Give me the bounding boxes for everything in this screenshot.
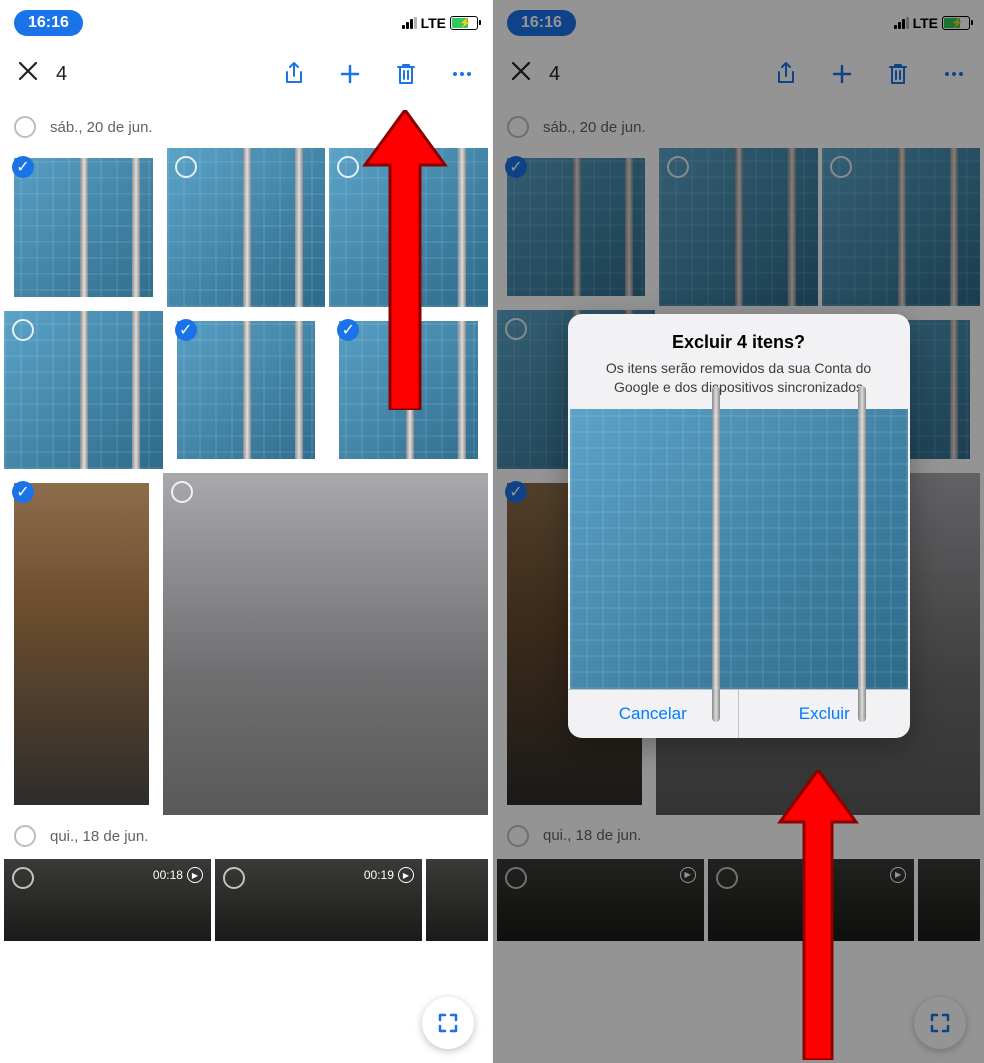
signal-icon bbox=[402, 17, 417, 29]
checked-icon: ✓ bbox=[12, 481, 34, 503]
checked-icon: ✓ bbox=[12, 156, 34, 178]
select-all-circle[interactable] bbox=[14, 825, 36, 847]
date-label: qui., 18 de jun. bbox=[50, 828, 148, 845]
video-meta: 00:19 ▶ bbox=[364, 867, 414, 883]
photo-thumb[interactable] bbox=[167, 148, 326, 307]
delete-confirm-dialog: Excluir 4 itens? Os itens serão removido… bbox=[568, 314, 910, 738]
photo-thumb[interactable]: ✓ bbox=[4, 473, 159, 815]
time-pill: 16:16 bbox=[14, 10, 83, 36]
screenshot-right: 16:16 LTE ⚡ 4 sáb., 20 de jun. ✓ ✓ ✓ bbox=[492, 0, 984, 1063]
video-thumb[interactable]: 00:19 ▶ bbox=[215, 859, 422, 941]
share-icon[interactable] bbox=[282, 62, 306, 86]
status-indicators: LTE ⚡ bbox=[402, 15, 478, 31]
status-bar: 16:16 LTE ⚡ bbox=[0, 0, 492, 46]
screenshot-left: 16:16 LTE ⚡ 4 bbox=[0, 0, 492, 1063]
unchecked-icon bbox=[171, 481, 193, 503]
unchecked-icon bbox=[12, 319, 34, 341]
date-section-header[interactable]: qui., 18 de jun. bbox=[0, 815, 492, 855]
more-icon[interactable] bbox=[450, 62, 474, 86]
battery-icon: ⚡ bbox=[450, 16, 478, 30]
date-label: sáb., 20 de jun. bbox=[50, 119, 153, 136]
dialog-preview-image bbox=[570, 409, 908, 689]
checked-icon: ✓ bbox=[175, 319, 197, 341]
close-button[interactable] bbox=[18, 60, 38, 88]
unchecked-icon bbox=[12, 867, 34, 889]
photo-thumb[interactable]: ✓ bbox=[4, 148, 163, 307]
selection-toolbar: 4 bbox=[0, 46, 492, 102]
select-all-circle[interactable] bbox=[14, 116, 36, 138]
dialog-title: Excluir 4 itens? bbox=[590, 332, 888, 353]
photo-thumb[interactable]: ✓ bbox=[167, 311, 326, 470]
selection-count: 4 bbox=[56, 63, 67, 86]
photo-thumb[interactable] bbox=[4, 311, 163, 470]
video-thumb[interactable] bbox=[426, 859, 488, 941]
network-label: LTE bbox=[421, 15, 446, 31]
add-icon[interactable] bbox=[338, 62, 362, 86]
video-row: 00:18 ▶ 00:19 ▶ bbox=[0, 859, 492, 941]
unchecked-icon bbox=[223, 867, 245, 889]
video-meta: 00:18 ▶ bbox=[153, 867, 203, 883]
video-thumb[interactable]: 00:18 ▶ bbox=[4, 859, 211, 941]
play-icon: ▶ bbox=[187, 867, 203, 883]
annotation-arrow bbox=[768, 770, 868, 1060]
annotation-arrow bbox=[350, 110, 460, 410]
photo-thumb[interactable] bbox=[163, 473, 488, 815]
video-duration: 00:19 bbox=[364, 868, 394, 882]
play-icon: ▶ bbox=[398, 867, 414, 883]
trash-icon[interactable] bbox=[394, 62, 418, 86]
video-duration: 00:18 bbox=[153, 868, 183, 882]
fullscreen-fab[interactable] bbox=[422, 997, 474, 1049]
photo-grid-row3: ✓ bbox=[0, 473, 492, 815]
unchecked-icon bbox=[175, 156, 197, 178]
